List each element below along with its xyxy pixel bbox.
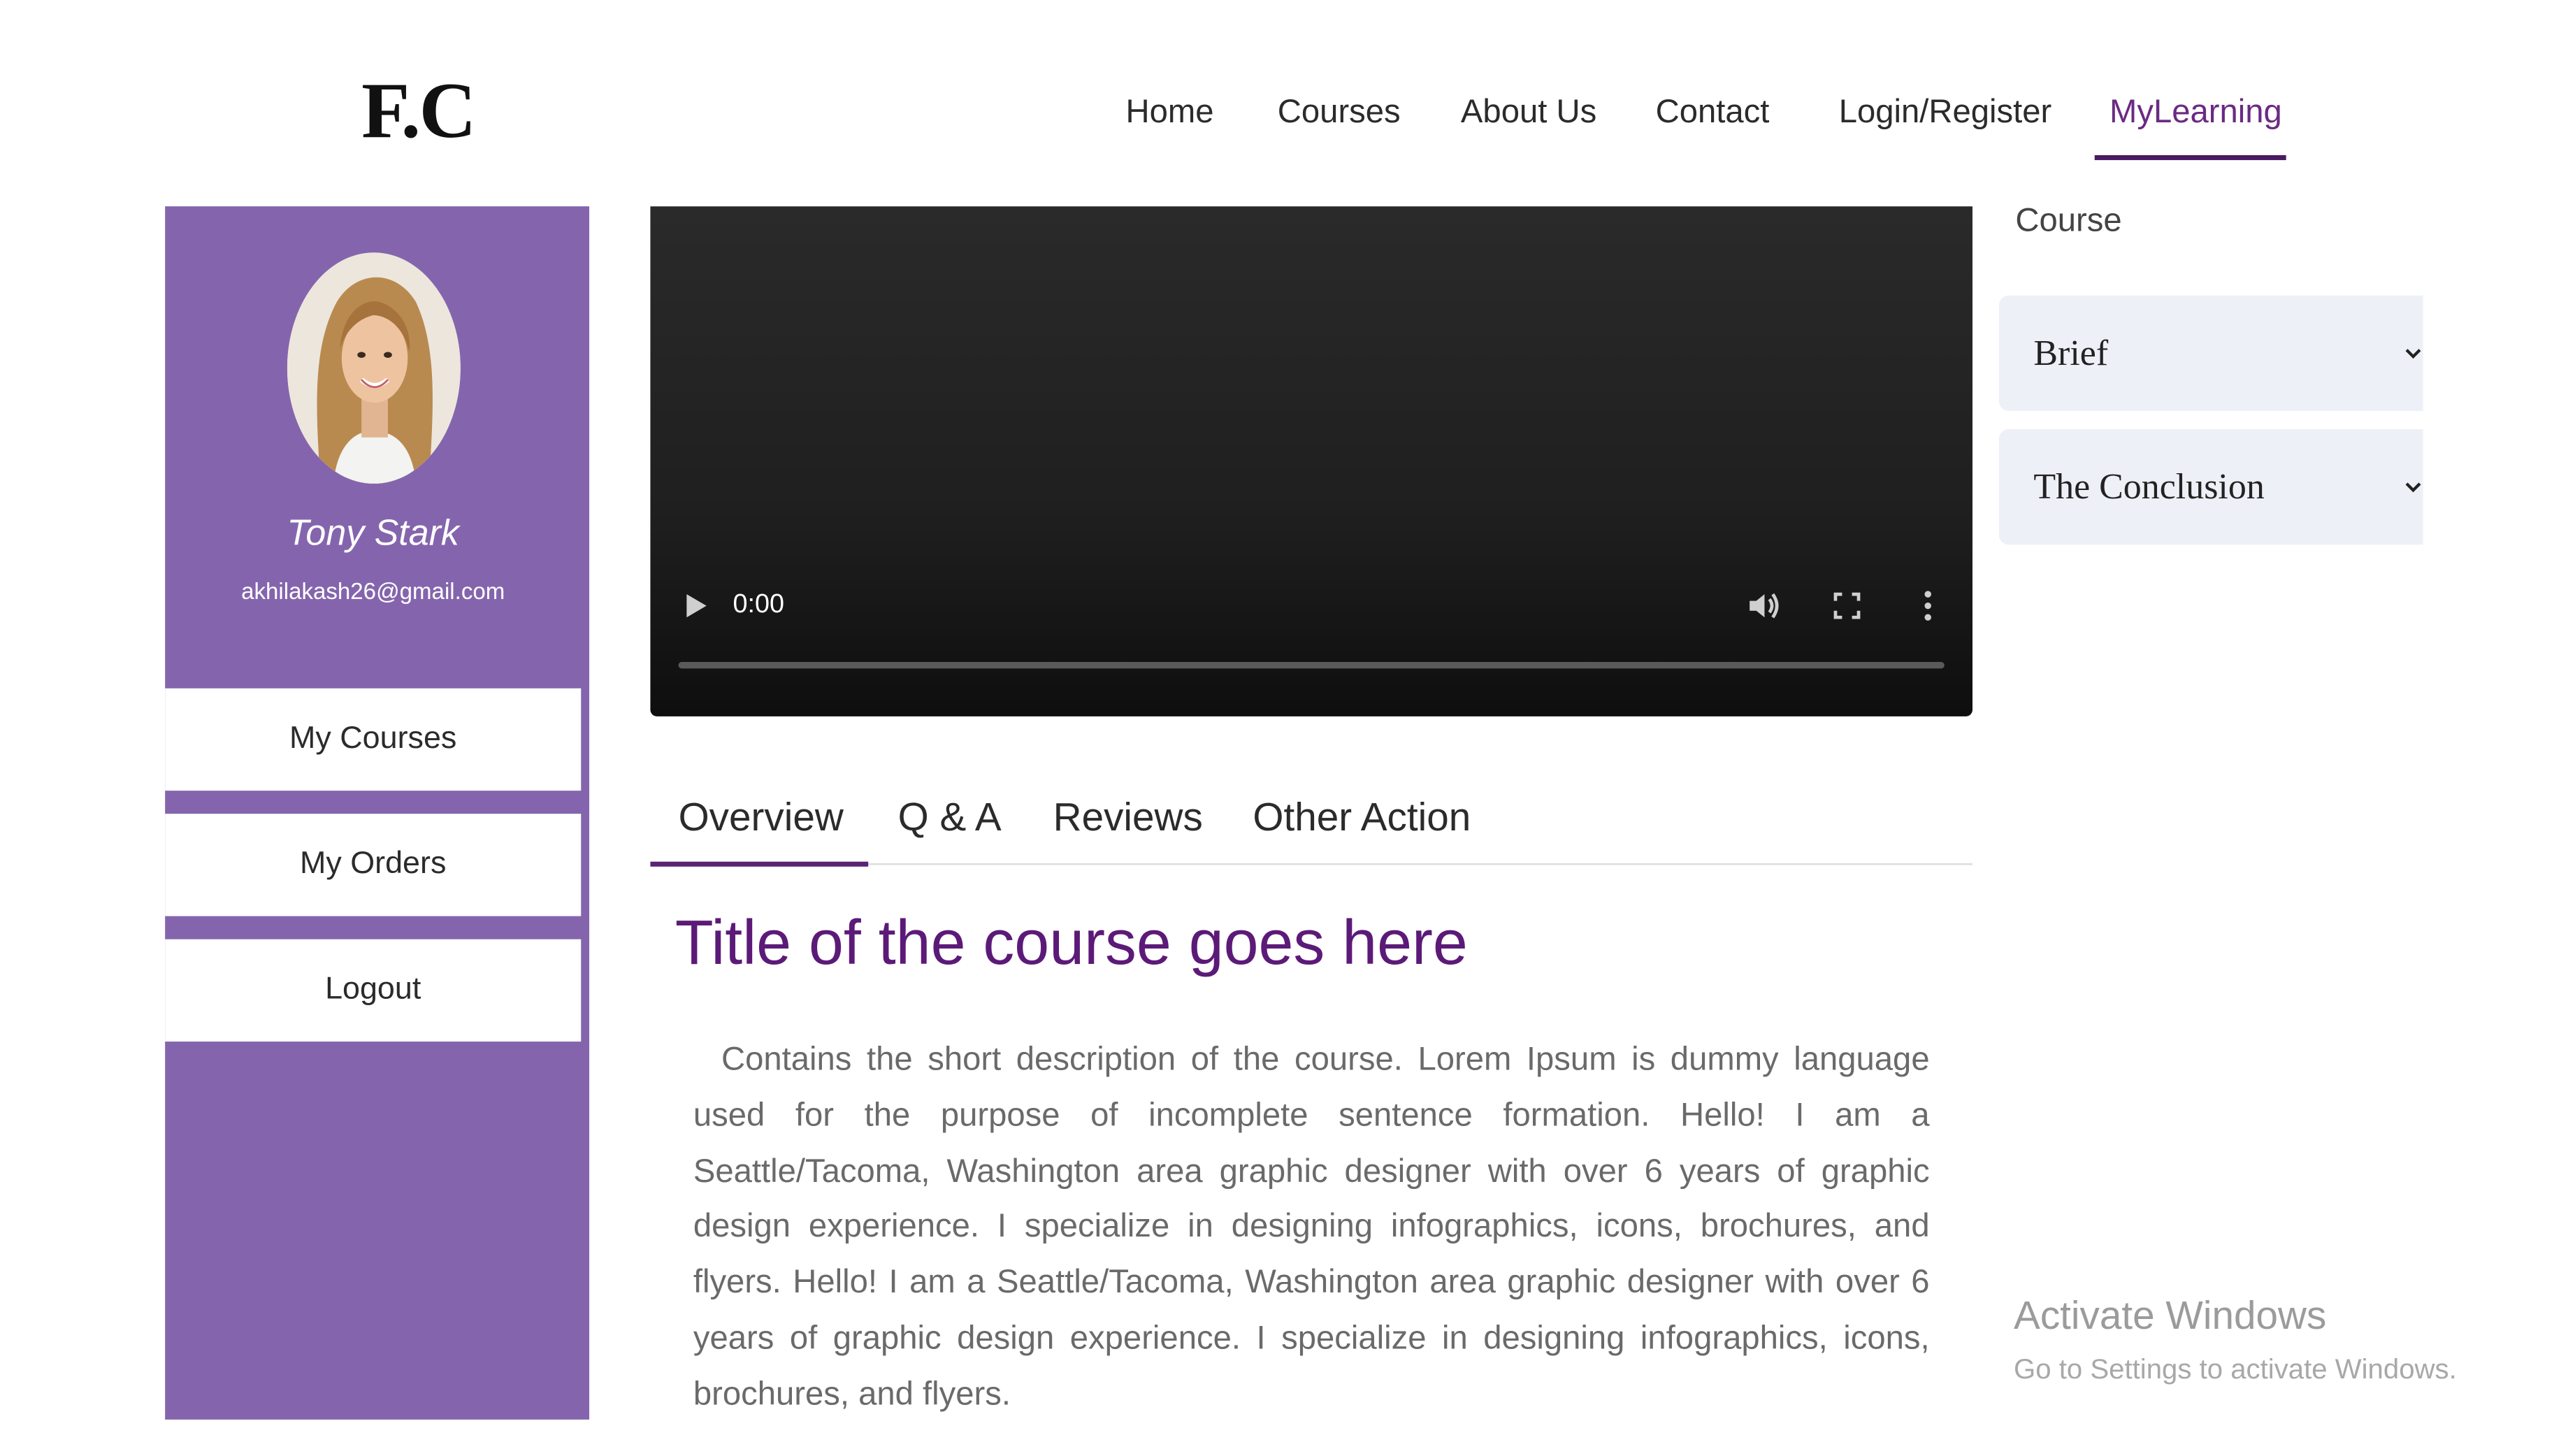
play-icon[interactable] [684,591,710,621]
profile-sidebar: Tony Stark akhilakash26@gmail.com My Cou… [165,206,590,1420]
logout-button[interactable]: Logout [165,939,582,1042]
accordion-brief-label: Brief [2033,331,2109,373]
tab-other-action[interactable]: Other Action [1253,793,1471,846]
tab-q-and-a[interactable]: Q & A [898,793,1002,846]
profile-name: Tony Stark [287,512,459,554]
fullscreen-icon[interactable] [1832,591,1862,621]
course-panel-label: Course [2015,203,2122,240]
accordion-brief[interactable]: Brief [1998,295,2423,412]
video-time: 0:00 [733,591,785,619]
nav-courses[interactable]: Courses [1278,89,1401,136]
volume-icon[interactable] [1746,589,1782,622]
nav-mylearning[interactable]: MyLearning [2109,89,2282,136]
course-description: Contains the short description of the co… [693,1041,1930,1413]
video-progress-bar[interactable] [678,661,1945,669]
accordion-conclusion-label: The Conclusion [2033,465,2265,507]
nav-active-indicator [2094,154,2286,161]
site-logo[interactable]: F.C [361,63,476,162]
nav-login-register[interactable]: Login/Register [1839,89,2052,136]
activation-watermark-subtitle: Go to Settings to activate Windows. [2014,1353,2457,1385]
avatar-photo [287,252,461,484]
nav-contact[interactable]: Contact [1656,89,1770,136]
chevron-down-icon [2405,338,2422,359]
course-title: Title of the course goes here [675,909,1468,979]
my-orders-button[interactable]: My Orders [165,814,582,916]
tab-reviews[interactable]: Reviews [1053,793,1203,846]
tab-overview[interactable]: Overview [679,793,844,846]
tab-active-indicator [650,861,869,867]
activation-watermark-title: Activate Windows [2014,1294,2327,1339]
page: F.C Home Courses About Us Contact Login/… [0,0,2575,1456]
chevron-down-icon [2405,472,2422,493]
my-courses-button[interactable]: My Courses [165,688,582,791]
accordion-conclusion[interactable]: The Conclusion [1998,428,2423,545]
nav-about-us[interactable]: About Us [1461,89,1596,136]
more-vertical-icon[interactable] [1921,588,1935,624]
avatar [287,252,461,484]
video-player[interactable]: 0:00 [650,206,1972,716]
profile-email: akhilakash26@gmail.com [241,577,505,605]
nav-home[interactable]: Home [1126,89,1214,136]
